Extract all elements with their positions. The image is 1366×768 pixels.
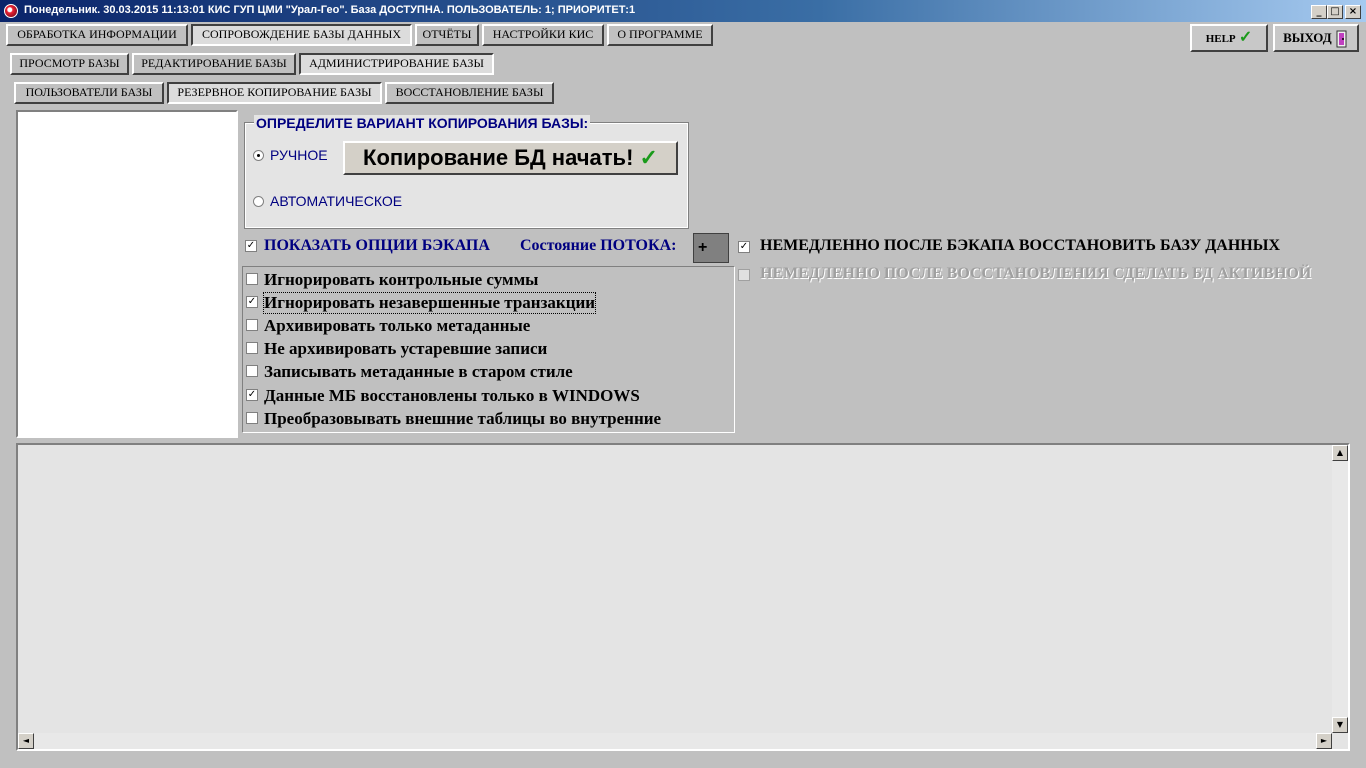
- app-icon: [4, 4, 18, 18]
- horizontal-scrollbar[interactable]: [18, 733, 1332, 749]
- radio-manual[interactable]: [253, 150, 264, 161]
- restore-after-backup-label[interactable]: НЕМЕДЛЕННО ПОСЛЕ БЭКАПА ВОССТАНОВИТЬ БАЗ…: [760, 237, 1280, 255]
- start-copy-button[interactable]: Копирование БД начать! ✓: [343, 141, 678, 175]
- backup-option-checkbox[interactable]: ✓: [246, 389, 258, 401]
- backup-option-label[interactable]: Данные МБ восстановлены только в WINDOWS: [264, 386, 640, 406]
- copy-mode-legend: ОПРЕДЕЛИТЕ ВАРИАНТ КОПИРОВАНИЯ БАЗЫ:: [254, 115, 591, 131]
- backup-option-checkbox[interactable]: [246, 365, 258, 377]
- stream-status-indicator: +: [693, 233, 729, 263]
- show-options-label[interactable]: ПОКАЗАТЬ ОПЦИИ БЭКАПА: [264, 237, 490, 255]
- backup-option-checkbox[interactable]: [246, 342, 258, 354]
- tab-about[interactable]: О ПРОГРАММЕ: [607, 24, 713, 46]
- stream-status-label: Состояние ПОТОКА:: [520, 237, 677, 254]
- backup-option-label[interactable]: Игнорировать контрольные суммы: [264, 270, 538, 290]
- tab-data-processing[interactable]: ОБРАБОТКА ИНФОРМАЦИИ: [6, 24, 188, 46]
- tab-reports[interactable]: ОТЧЁТЫ: [415, 24, 479, 46]
- radio-automatic[interactable]: [253, 196, 264, 207]
- tab-db-maintenance[interactable]: СОПРОВОЖДЕНИЕ БАЗЫ ДАННЫХ: [191, 24, 412, 46]
- activate-after-restore-label: НЕМЕДЛЕННО ПОСЛЕ ВОССТАНОВЛЕНИЯ СДЕЛАТЬ …: [760, 265, 1312, 282]
- scroll-up-icon[interactable]: ▲: [1332, 445, 1348, 461]
- scroll-right-icon[interactable]: ►: [1316, 733, 1332, 749]
- radio-manual-label[interactable]: РУЧНОЕ: [270, 147, 328, 163]
- copy-mode-group: [244, 122, 689, 229]
- help-button[interactable]: HELP ✓: [1190, 24, 1268, 52]
- help-label: HELP: [1205, 33, 1236, 45]
- db-file-list[interactable]: [16, 110, 238, 438]
- check-icon: ✓: [1238, 29, 1253, 46]
- backup-option-checkbox[interactable]: ✓: [246, 296, 258, 308]
- backup-option-label[interactable]: Игнорировать незавершенные транзакции: [262, 292, 597, 314]
- backup-option-label[interactable]: Не архивировать устаревшие записи: [264, 339, 547, 359]
- tab-admin-db[interactable]: АДМИНИСТРИРОВАНИЕ БАЗЫ: [299, 53, 494, 75]
- window-title: Понедельник. 30.03.2015 11:13:01 КИС ГУП…: [24, 4, 636, 16]
- scroll-left-icon[interactable]: ◄: [18, 733, 34, 749]
- exit-door-icon: [1335, 30, 1349, 48]
- backup-option-checkbox[interactable]: [246, 412, 258, 424]
- backup-option-label[interactable]: Записывать метаданные в старом стиле: [264, 362, 573, 382]
- check-icon: ✓: [639, 145, 658, 170]
- tab-db-users[interactable]: ПОЛЬЗОВАТЕЛИ БАЗЫ: [14, 82, 164, 104]
- backup-option-checkbox[interactable]: [246, 319, 258, 331]
- exit-label: ВЫХОД: [1283, 30, 1332, 45]
- tab-db-backup[interactable]: РЕЗЕРВНОЕ КОПИРОВАНИЕ БАЗЫ: [167, 82, 382, 104]
- backup-option-checkbox[interactable]: [246, 273, 258, 285]
- vertical-scrollbar[interactable]: [1332, 445, 1348, 733]
- backup-log-area[interactable]: ▲ ▼ ◄ ►: [16, 443, 1350, 751]
- tab-kis-settings[interactable]: НАСТРОЙКИ КИС: [482, 24, 604, 46]
- activate-after-restore-checkbox: [738, 269, 750, 281]
- tab-db-restore[interactable]: ВОССТАНОВЛЕНИЕ БАЗЫ: [385, 82, 554, 104]
- minimize-button[interactable]: _: [1311, 5, 1327, 19]
- scroll-down-icon[interactable]: ▼: [1332, 717, 1348, 733]
- restore-after-backup-checkbox[interactable]: ✓: [738, 241, 750, 253]
- show-options-checkbox[interactable]: ✓: [245, 240, 257, 252]
- backup-option-label[interactable]: Преобразовывать внешние таблицы во внутр…: [264, 409, 661, 429]
- radio-automatic-label[interactable]: АВТОМАТИЧЕСКОЕ: [270, 193, 402, 209]
- maximize-button[interactable]: □: [1327, 5, 1343, 19]
- tab-view-db[interactable]: ПРОСМОТР БАЗЫ: [10, 53, 129, 75]
- backup-option-label[interactable]: Архивировать только метаданные: [264, 316, 530, 336]
- tab-edit-db[interactable]: РЕДАКТИРОВАНИЕ БАЗЫ: [132, 53, 296, 75]
- exit-button[interactable]: ВЫХОД: [1273, 24, 1359, 52]
- close-button[interactable]: ×: [1345, 5, 1361, 19]
- title-bar[interactable]: Понедельник. 30.03.2015 11:13:01 КИС ГУП…: [0, 0, 1366, 22]
- start-copy-label: Копирование БД начать!: [363, 145, 634, 170]
